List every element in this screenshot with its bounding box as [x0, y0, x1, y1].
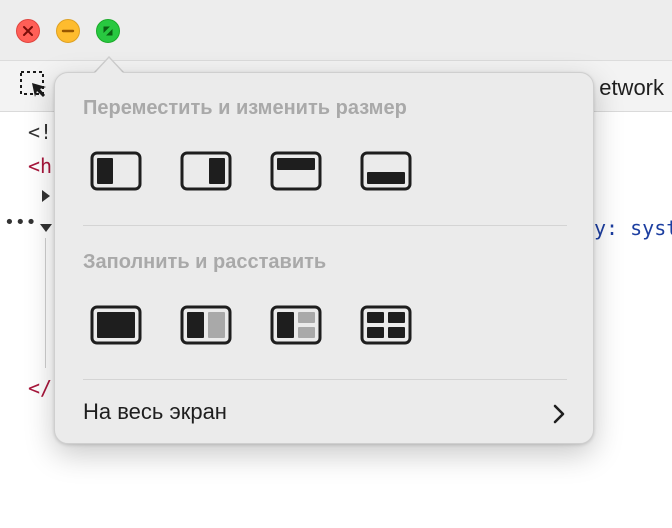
arrange-halves-button[interactable] [180, 305, 232, 345]
tree-guide-line [45, 238, 46, 368]
fullscreen-menu-item[interactable]: На весь экран [55, 389, 595, 439]
code-line-html: <h [28, 154, 53, 178]
inspect-element-icon[interactable] [18, 69, 50, 101]
section-divider [83, 379, 567, 380]
close-icon [23, 26, 33, 36]
fullscreen-label: На весь экран [83, 399, 227, 424]
fill-layout-icon [90, 305, 142, 345]
tab-network[interactable]: etwork [599, 75, 664, 101]
quarters-icon [360, 305, 412, 345]
minimize-icon [61, 29, 75, 33]
split-main-two-icon [270, 305, 322, 345]
tile-left-half-button[interactable] [90, 151, 142, 191]
fullscreen-arrows-icon [103, 26, 113, 36]
chevron-right-icon [553, 404, 565, 424]
minimize-window-button[interactable] [56, 19, 80, 43]
code-line-style-fragment: y: syst [594, 216, 672, 240]
arrange-quarters-button[interactable] [360, 305, 412, 345]
move-resize-title: Переместить и изменить размер [83, 97, 407, 119]
zoom-window-button[interactable] [96, 19, 120, 43]
tile-bottom-half-button[interactable] [360, 151, 412, 191]
left-half-icon [90, 151, 142, 191]
popover-arrow [95, 58, 123, 73]
arrange-main-two-button[interactable] [270, 305, 322, 345]
right-half-icon [180, 151, 232, 191]
window-titlebar [0, 0, 672, 61]
close-window-button[interactable] [16, 19, 40, 43]
fill-screen-button[interactable] [90, 305, 142, 345]
split-halves-icon [180, 305, 232, 345]
fill-arrange-title: Заполнить и расставить [83, 251, 327, 273]
tile-top-half-button[interactable] [270, 151, 322, 191]
section-divider [83, 225, 567, 226]
collapse-triangle-icon[interactable] [40, 224, 52, 232]
window-tiling-popover: Переместить и изменить размер Заполнить … [54, 72, 594, 444]
code-line-close-tag: </ [28, 376, 53, 400]
expand-triangle-icon[interactable] [42, 190, 50, 202]
code-line-doctype: <! [28, 120, 53, 144]
bottom-half-icon [360, 151, 412, 191]
more-dots-icon[interactable]: ••• [4, 212, 37, 233]
top-half-icon [270, 151, 322, 191]
tile-right-half-button[interactable] [180, 151, 232, 191]
